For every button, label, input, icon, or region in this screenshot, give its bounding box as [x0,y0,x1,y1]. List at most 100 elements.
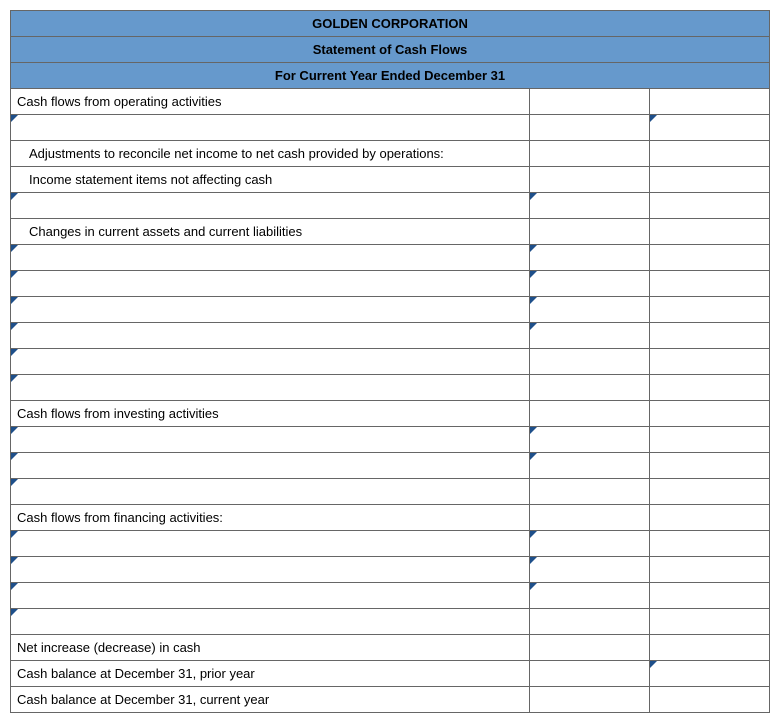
amount-cell[interactable] [530,453,650,479]
amount-cell[interactable] [530,115,650,141]
amount-cell[interactable] [650,635,770,661]
operating-input-row [11,115,770,141]
amount-cell[interactable] [530,245,650,271]
changes-input-row-4 [11,323,770,349]
amount-cell[interactable] [650,609,770,635]
dropdown-cell[interactable] [11,609,530,635]
header-company-row: GOLDEN CORPORATION [11,11,770,37]
financing-total-row [11,609,770,635]
dropdown-icon [530,323,537,330]
dropdown-cell[interactable] [11,245,530,271]
dropdown-cell[interactable] [11,193,530,219]
amount-cell [530,635,650,661]
dropdown-cell[interactable] [11,115,530,141]
amount-cell [650,271,770,297]
amount-cell[interactable] [530,531,650,557]
dropdown-icon [11,245,18,252]
dropdown-icon [530,427,537,434]
changes-input-row-2 [11,271,770,297]
amount-cell [650,401,770,427]
dropdown-icon [11,531,18,538]
amount-cell[interactable] [650,687,770,713]
investing-total-row [11,479,770,505]
net-change-label: Net increase (decrease) in cash [11,635,530,661]
adjustments-label: Adjustments to reconcile net income to n… [11,141,530,167]
amount-cell [530,167,650,193]
amount-cell [650,505,770,531]
amount-cell [650,557,770,583]
dropdown-icon [11,193,18,200]
amount-cell[interactable] [650,115,770,141]
dropdown-icon [530,453,537,460]
dropdown-cell[interactable] [11,349,530,375]
amount-cell[interactable] [530,349,650,375]
investing-title: Cash flows from investing activities [11,401,530,427]
dropdown-cell[interactable] [11,427,530,453]
dropdown-cell[interactable] [11,453,530,479]
amount-cell [530,479,650,505]
dropdown-cell[interactable] [11,271,530,297]
noncash-label-row: Income statement items not affecting cas… [11,167,770,193]
amount-cell[interactable] [530,583,650,609]
dropdown-cell[interactable] [11,531,530,557]
dropdown-cell[interactable] [11,557,530,583]
header-period-row: For Current Year Ended December 31 [11,63,770,89]
amount-cell[interactable] [530,297,650,323]
financing-title: Cash flows from financing activities: [11,505,530,531]
amount-cell[interactable] [530,193,650,219]
amount-cell [530,89,650,115]
adjustments-label-row: Adjustments to reconcile net income to n… [11,141,770,167]
financing-title-row: Cash flows from financing activities: [11,505,770,531]
financing-input-row-2 [11,557,770,583]
amount-cell[interactable] [530,323,650,349]
dropdown-icon [530,531,537,538]
dropdown-cell[interactable] [11,479,530,505]
company-name: GOLDEN CORPORATION [11,11,770,37]
dropdown-cell[interactable] [11,375,530,401]
changes-label-row: Changes in current assets and current li… [11,219,770,245]
changes-input-row-3 [11,297,770,323]
investing-input-row-1 [11,427,770,453]
dropdown-icon [11,349,18,356]
amount-cell [530,609,650,635]
operating-title-row: Cash flows from operating activities [11,89,770,115]
changes-label: Changes in current assets and current li… [11,219,530,245]
current-balance-label: Cash balance at December 31, current yea… [11,687,530,713]
dropdown-icon [11,271,18,278]
dropdown-cell[interactable] [11,297,530,323]
dropdown-icon [11,453,18,460]
prior-balance-label: Cash balance at December 31, prior year [11,661,530,687]
amount-cell [530,375,650,401]
amount-cell [650,89,770,115]
noncash-input-row [11,193,770,219]
dropdown-cell[interactable] [11,323,530,349]
dropdown-cell[interactable] [11,583,530,609]
amount-cell [650,323,770,349]
changes-input-row-1 [11,245,770,271]
dropdown-icon [530,557,537,564]
dropdown-icon [530,245,537,252]
amount-cell [650,167,770,193]
statement-title: Statement of Cash Flows [11,37,770,63]
dropdown-icon [530,271,537,278]
dropdown-icon [11,583,18,590]
amount-cell [650,349,770,375]
amount-cell [530,687,650,713]
amount-cell[interactable] [530,557,650,583]
dropdown-icon [11,479,18,486]
amount-cell[interactable] [650,375,770,401]
dropdown-icon [530,193,537,200]
amount-cell[interactable] [650,479,770,505]
dropdown-icon [11,375,18,382]
amount-cell[interactable] [530,427,650,453]
amount-cell[interactable] [530,271,650,297]
amount-cell[interactable] [650,661,770,687]
financing-input-row-1 [11,531,770,557]
dropdown-icon [11,609,18,616]
amount-cell [650,297,770,323]
operating-title: Cash flows from operating activities [11,89,530,115]
amount-cell [650,583,770,609]
operating-total-row [11,375,770,401]
changes-input-row-5 [11,349,770,375]
investing-input-row-2 [11,453,770,479]
